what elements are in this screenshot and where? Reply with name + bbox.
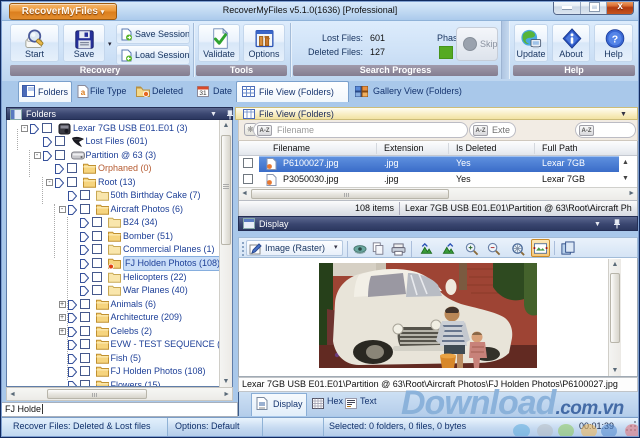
svg-text:?: ? <box>612 34 618 46</box>
svg-text:a: a <box>81 88 86 97</box>
svg-text:31: 31 <box>199 90 207 97</box>
